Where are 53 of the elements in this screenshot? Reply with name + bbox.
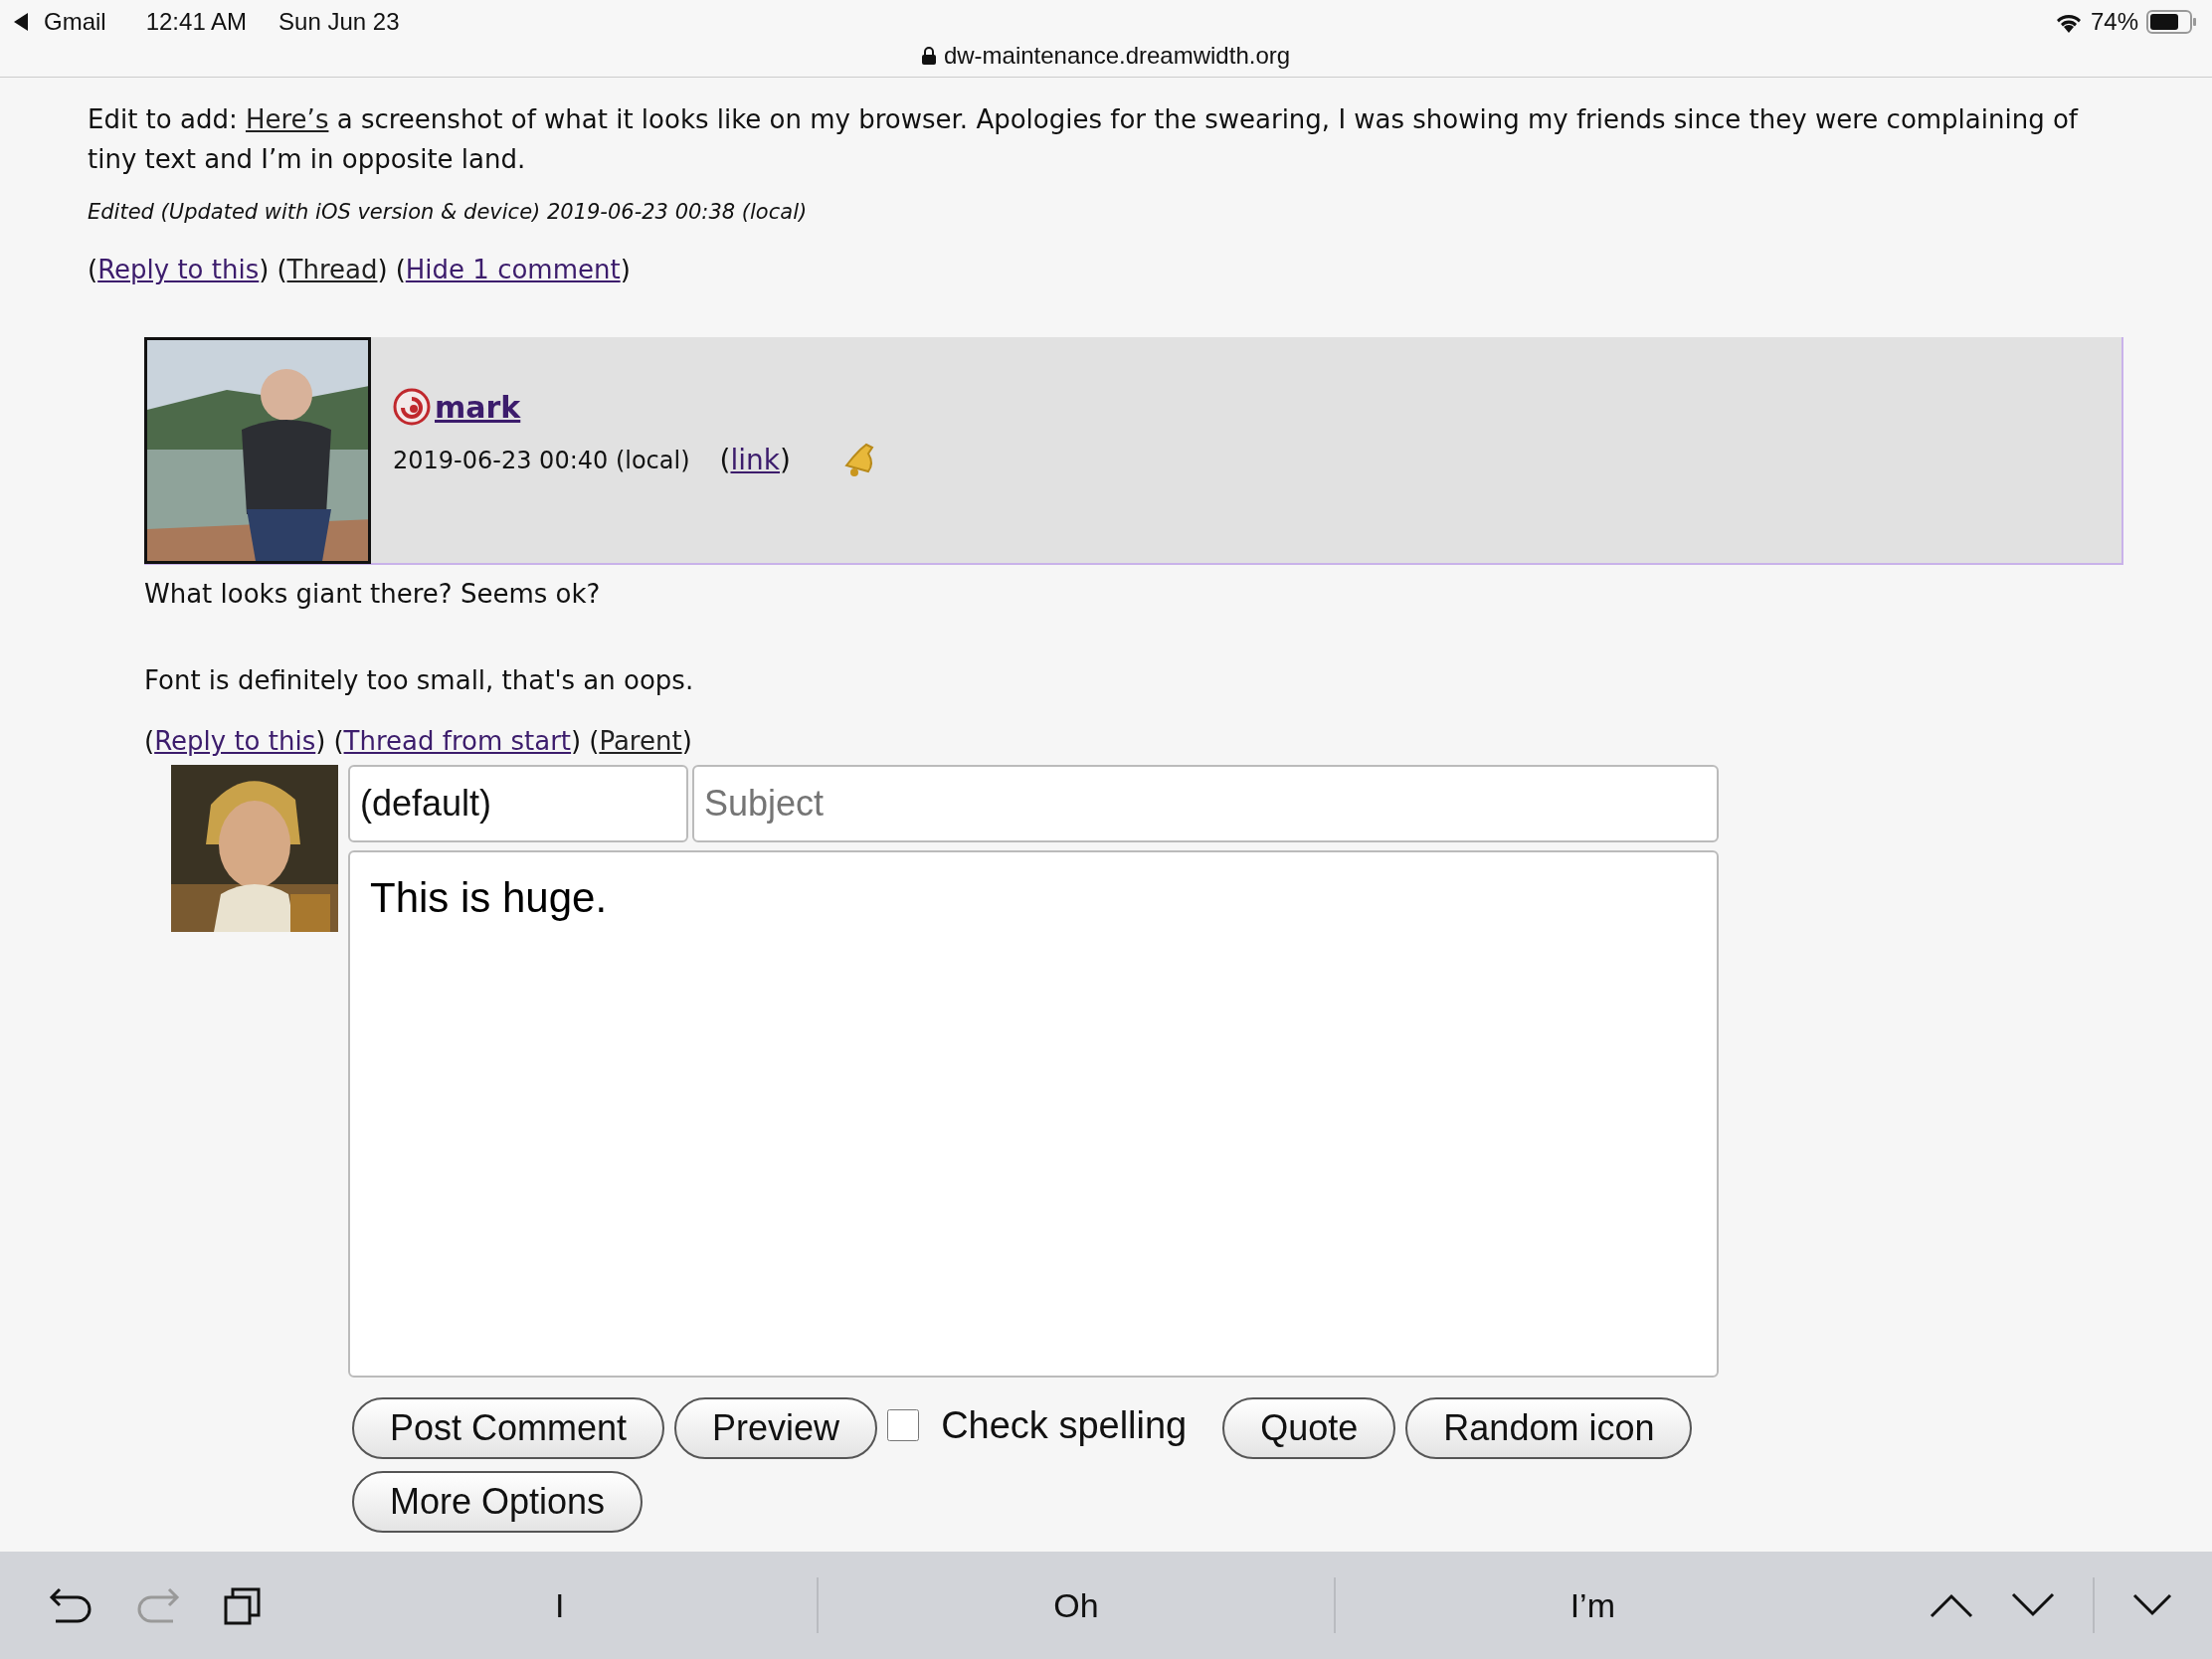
form-button[interactable]: Preview: [674, 1396, 878, 1459]
parenthesis: ): [681, 725, 692, 756]
comment-text: What looks giant there? Seems ok?: [144, 577, 602, 611]
parenthesis: (: [333, 725, 344, 756]
checkbox[interactable]: [887, 1409, 920, 1441]
parenthesis: ): [620, 254, 631, 284]
parenthesis: ): [377, 254, 388, 284]
comment-textarea[interactable]: This is huge.: [348, 849, 1719, 1378]
suggestion[interactable]: I: [554, 1585, 565, 1624]
permalink[interactable]: link: [730, 443, 780, 476]
chevron-down-icon[interactable]: [2011, 1592, 2055, 1618]
undo-icon[interactable]: [48, 1585, 93, 1625]
parenthesis: (: [589, 725, 600, 756]
back-icon[interactable]: [14, 13, 28, 31]
checkbox-label[interactable]: Check spelling: [941, 1396, 1188, 1454]
parenthesis: ): [315, 725, 326, 756]
status-date: Sun Jun 23: [278, 7, 400, 37]
edit-note: Edit to add: Here’s a screenshot of what it looks like on my browser. Apologies for the swearing, I was showing my friends since they were complaining of tiny text and I’m in opposite land.: [88, 103, 2080, 176]
parenthesis: ): [259, 254, 270, 284]
form-button[interactable]: More Options: [352, 1470, 644, 1533]
comment-text: Font is definitely too small, that's an oops.: [144, 663, 695, 697]
comment-timestamp: 2019-06-23 00:40 (local): [393, 445, 690, 476]
url-text[interactable]: dw-maintenance.dreamwidth.org: [943, 38, 1291, 74]
form-button[interactable]: Random icon: [1405, 1396, 1693, 1459]
user-icon: [393, 388, 431, 426]
battery-icon: [2146, 10, 2198, 34]
paste-icon[interactable]: [223, 1585, 263, 1625]
form-button[interactable]: Post Comment: [352, 1396, 665, 1459]
icon-select[interactable]: (default): [348, 764, 688, 842]
action-link[interactable]: Reply to this: [154, 725, 316, 756]
suggestion[interactable]: I’m: [1569, 1585, 1615, 1624]
username-link[interactable]: mark: [435, 384, 521, 430]
back-app-link[interactable]: Gmail: [44, 4, 106, 40]
parenthesis: (: [395, 254, 406, 284]
parenthesis: (: [276, 254, 287, 284]
parenthesis: (: [719, 443, 731, 476]
action-link[interactable]: Hide 1 comment: [405, 254, 621, 284]
edited-note: Edited (Updated with iOS version & device) 2019-06-23 00:38 (local): [88, 199, 809, 226]
lock-icon: [921, 47, 936, 65]
action-link[interactable]: Reply to this: [97, 254, 260, 284]
parenthesis: (: [144, 725, 155, 756]
hide-keyboard-icon[interactable]: [2132, 1593, 2172, 1617]
form-button[interactable]: Quote: [1222, 1396, 1396, 1459]
status-time: 12:41 AM: [145, 7, 248, 37]
subject-field[interactable]: Subject: [692, 764, 1719, 842]
action-link[interactable]: Parent: [599, 725, 682, 756]
battery-percent: 74%: [2090, 7, 2138, 37]
parenthesis: ): [780, 443, 791, 476]
parenthesis: ): [571, 725, 582, 756]
parenthesis: (: [88, 254, 98, 284]
chevron-up-icon[interactable]: [1930, 1592, 1973, 1618]
suggestion[interactable]: Oh: [1053, 1585, 1099, 1624]
screenshot-link[interactable]: Here’s: [245, 104, 329, 134]
